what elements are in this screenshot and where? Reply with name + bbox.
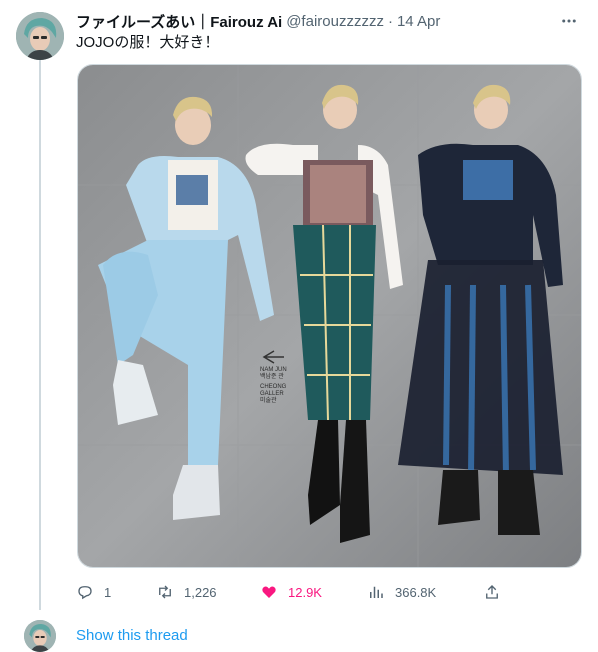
like-button[interactable]: 12.9K — [260, 580, 322, 604]
signage-line: NAM JUN — [260, 367, 287, 373]
share-icon — [486, 585, 498, 599]
wall-signage: NAM JUN 백남준 관 CHEONG GALLER 미술관 — [260, 367, 287, 405]
thread-connector-line — [39, 58, 41, 610]
retweet-icon — [159, 585, 171, 599]
tweet-photo[interactable]: NAM JUN 백남준 관 CHEONG GALLER 미술관 — [77, 64, 582, 568]
heart-icon — [262, 586, 276, 598]
share-button[interactable] — [483, 580, 501, 604]
signage-line: CHEONG — [260, 384, 287, 390]
author-handle[interactable]: @fairouzzzzzz — [286, 13, 384, 30]
tweet-header: ファイルーズあい｜Fairouz Ai @fairouzzzzzz · 14 A… — [76, 10, 581, 32]
like-count: 12.9K — [288, 584, 322, 600]
tweet-timestamp[interactable]: 14 Apr — [397, 13, 440, 30]
reply-icon — [78, 586, 92, 600]
reply-button[interactable]: 1 — [76, 580, 111, 604]
thread-avatar[interactable] — [24, 620, 56, 652]
more-icon — [562, 19, 576, 23]
retweet-count: 1,226 — [184, 584, 217, 600]
views-count: 366.8K — [395, 584, 437, 600]
signage-line: GALLER — [260, 391, 284, 397]
author-avatar[interactable] — [16, 12, 64, 60]
tweet-text: JOJOの服！大好き！ — [76, 34, 220, 51]
signage-line: 미술관 — [260, 398, 277, 404]
show-thread-link[interactable]: Show this thread — [76, 627, 188, 644]
retweet-button[interactable]: 1,226 — [156, 580, 217, 604]
more-options-button[interactable] — [557, 10, 581, 32]
author-display-name[interactable]: ファイルーズあい｜Fairouz Ai — [76, 11, 282, 32]
reply-count: 1 — [104, 584, 112, 600]
views-button[interactable]: 366.8K — [367, 580, 436, 604]
views-icon — [370, 586, 383, 598]
photo-illustration — [78, 65, 581, 567]
tweet-actions: 1 1,226 12.9K 366.8K — [76, 580, 506, 604]
signage-line: 백남준 관 — [260, 374, 284, 380]
header-separator: · — [387, 12, 393, 30]
